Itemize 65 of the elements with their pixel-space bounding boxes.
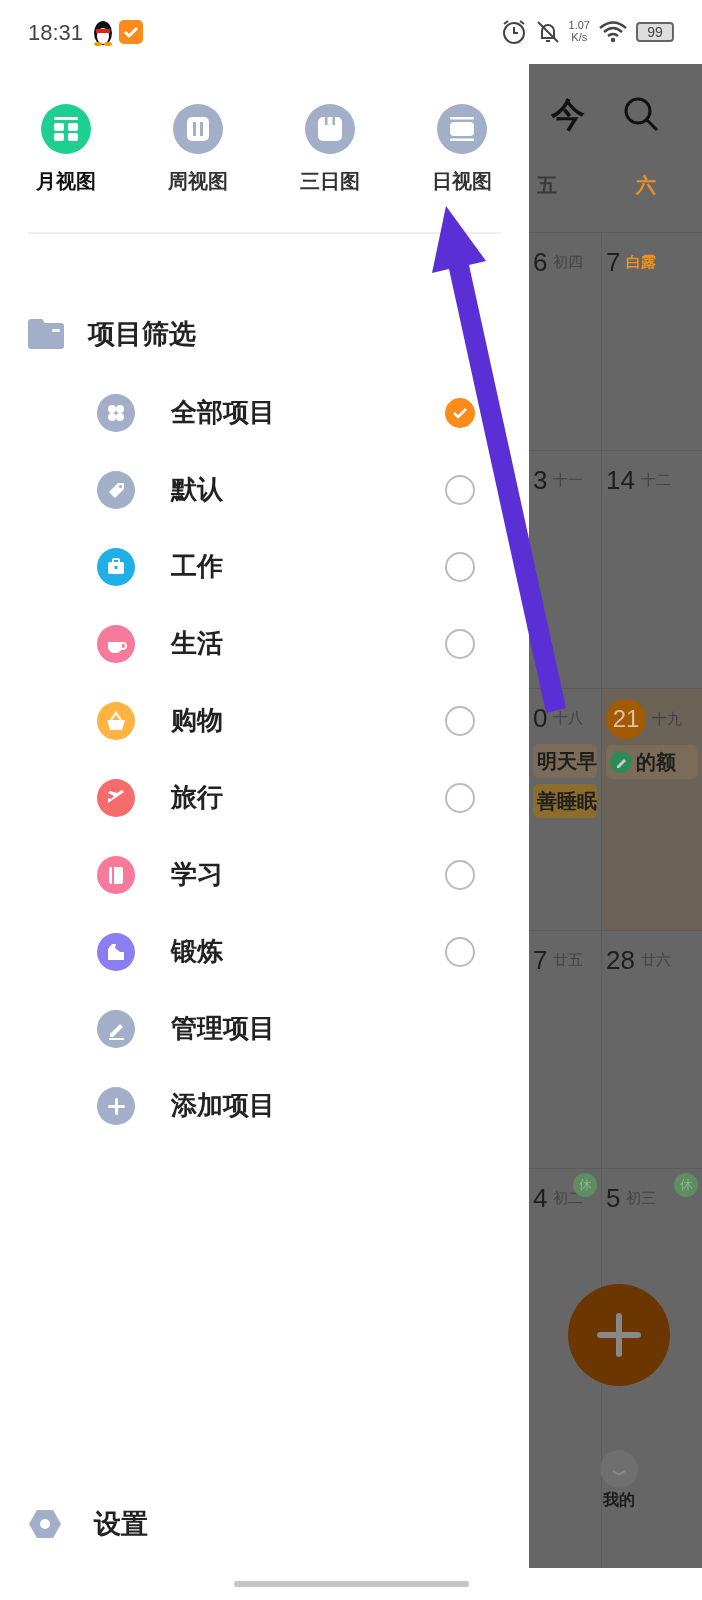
view-mode-tab[interactable]: 日视图 — [396, 64, 528, 196]
radio-check[interactable] — [445, 474, 475, 505]
project-item[interactable]: 默认 — [171, 470, 223, 509]
radio-check[interactable] — [445, 782, 475, 813]
project-item[interactable]: 学习 — [171, 855, 223, 894]
settings-icon — [28, 1509, 62, 1539]
calendar-view-icon — [41, 104, 91, 154]
view-mode-tab[interactable]: 月视图 — [0, 64, 132, 196]
radio-check[interactable] — [445, 859, 475, 890]
view-mode-tab[interactable]: 三日图 — [264, 64, 396, 196]
radio-check[interactable] — [445, 397, 475, 428]
day-number: 7 — [533, 944, 548, 977]
radio-check[interactable] — [445, 936, 475, 967]
airplane-icon — [97, 778, 135, 817]
day-number: 14 — [606, 464, 635, 497]
filter-heading: 项目筛选 — [88, 317, 196, 351]
clock-time: 18:31 — [28, 18, 84, 47]
weekday-label: 六 — [636, 174, 656, 196]
check-icon — [452, 405, 468, 420]
project-item[interactable]: 生活 — [171, 624, 223, 663]
day-number: 28 — [606, 944, 635, 977]
search-icon[interactable] — [623, 96, 659, 132]
calendar-view-icon — [173, 104, 223, 154]
day-number: 0 — [533, 702, 548, 735]
pencil-icon — [97, 1009, 135, 1048]
arm-icon — [97, 932, 135, 971]
settings-item[interactable]: 设置 — [0, 1494, 529, 1554]
network-speed-unit: K/s — [570, 32, 589, 44]
wifi-icon — [598, 20, 628, 44]
day-number: 7 — [606, 246, 621, 279]
radio-check[interactable] — [445, 551, 475, 582]
radio-check[interactable] — [445, 628, 475, 659]
project-item[interactable]: 锻炼 — [171, 932, 223, 971]
smiley-icon — [600, 1450, 638, 1488]
project-item[interactable]: 工作 — [171, 547, 223, 586]
calendar-view-icon — [305, 104, 355, 154]
bell-off-icon — [534, 19, 561, 45]
four-petal-icon — [97, 393, 135, 432]
folder-icon — [28, 319, 64, 349]
cup-icon — [97, 624, 135, 663]
project-item[interactable]: 购物 — [171, 701, 223, 740]
day-number: 6 — [533, 246, 548, 279]
home-indicator[interactable] — [233, 1581, 469, 1587]
alarm-icon — [500, 19, 527, 45]
checkmark-app-icon — [119, 20, 144, 44]
lunar-date: 白露 — [626, 252, 657, 273]
network-speed: 1.07 — [568, 20, 590, 32]
view-mode-tab[interactable]: 周视图 — [132, 64, 264, 196]
briefcase-icon — [97, 547, 135, 586]
battery-level: 99 — [636, 22, 674, 42]
plus-icon — [597, 1313, 641, 1357]
project-item[interactable]: 旅行 — [171, 778, 223, 817]
radio-check[interactable] — [445, 705, 475, 736]
plus-icon — [97, 1086, 135, 1125]
tag-icon — [97, 470, 135, 509]
day-number: 4 — [533, 1182, 548, 1215]
project-item[interactable]: 管理项目 — [171, 1009, 275, 1048]
project-item[interactable]: 添加项目 — [171, 1086, 275, 1125]
today-marker: 21 — [606, 699, 646, 739]
calendar-view-icon — [437, 104, 487, 154]
project-item[interactable]: 全部项目 — [171, 393, 275, 432]
day-number: 5 — [606, 1182, 621, 1215]
book-icon — [97, 855, 135, 894]
day-number: 3 — [533, 464, 548, 497]
basket-icon — [97, 701, 135, 740]
